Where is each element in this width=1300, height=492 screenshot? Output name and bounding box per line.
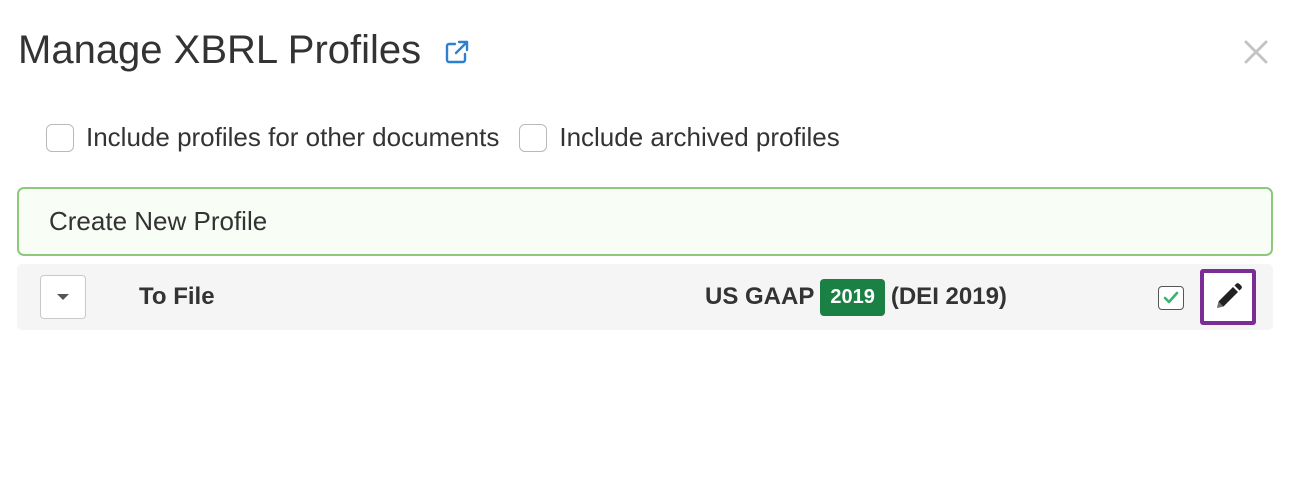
external-link-icon[interactable]: [443, 38, 471, 66]
dialog-header: Manage XBRL Profiles: [18, 22, 471, 78]
edit-profile-button[interactable]: [1200, 269, 1256, 325]
create-new-profile-button[interactable]: Create New Profile: [17, 187, 1273, 256]
pencil-icon: [1217, 283, 1242, 308]
include-other-documents-label: Include profiles for other documents: [86, 122, 500, 152]
profile-row: To File US GAAP 2019 (DEI 2019): [17, 264, 1273, 330]
profile-taxonomy: US GAAP 2019 (DEI 2019): [705, 264, 1007, 330]
include-other-documents-option[interactable]: Include profiles for other documents: [46, 122, 499, 153]
close-button[interactable]: [1240, 34, 1272, 70]
check-icon: [1163, 291, 1179, 304]
taxonomy-name: US GAAP: [705, 283, 815, 310]
expand-profile-button[interactable]: [40, 275, 86, 319]
profile-active-checkbox[interactable]: [1158, 286, 1184, 310]
dialog-title: Manage XBRL Profiles: [18, 28, 422, 72]
include-archived-checkbox[interactable]: [519, 123, 548, 152]
include-other-documents-checkbox[interactable]: [46, 123, 74, 152]
close-icon: [1244, 40, 1268, 64]
profile-name: To File: [139, 283, 215, 310]
include-archived-option[interactable]: Include archived profiles: [519, 122, 840, 153]
manage-xbrl-profiles-dialog: Manage XBRL Profiles Include profiles fo…: [0, 0, 1300, 492]
profile-filter-options: Include profiles for other documents Inc…: [46, 122, 860, 153]
caret-down-icon: [57, 294, 69, 300]
dei-version: (DEI 2019): [890, 283, 1007, 310]
include-archived-label: Include archived profiles: [559, 122, 840, 152]
taxonomy-year-badge: 2019: [820, 278, 885, 316]
create-new-profile-label: Create New Profile: [49, 206, 268, 236]
